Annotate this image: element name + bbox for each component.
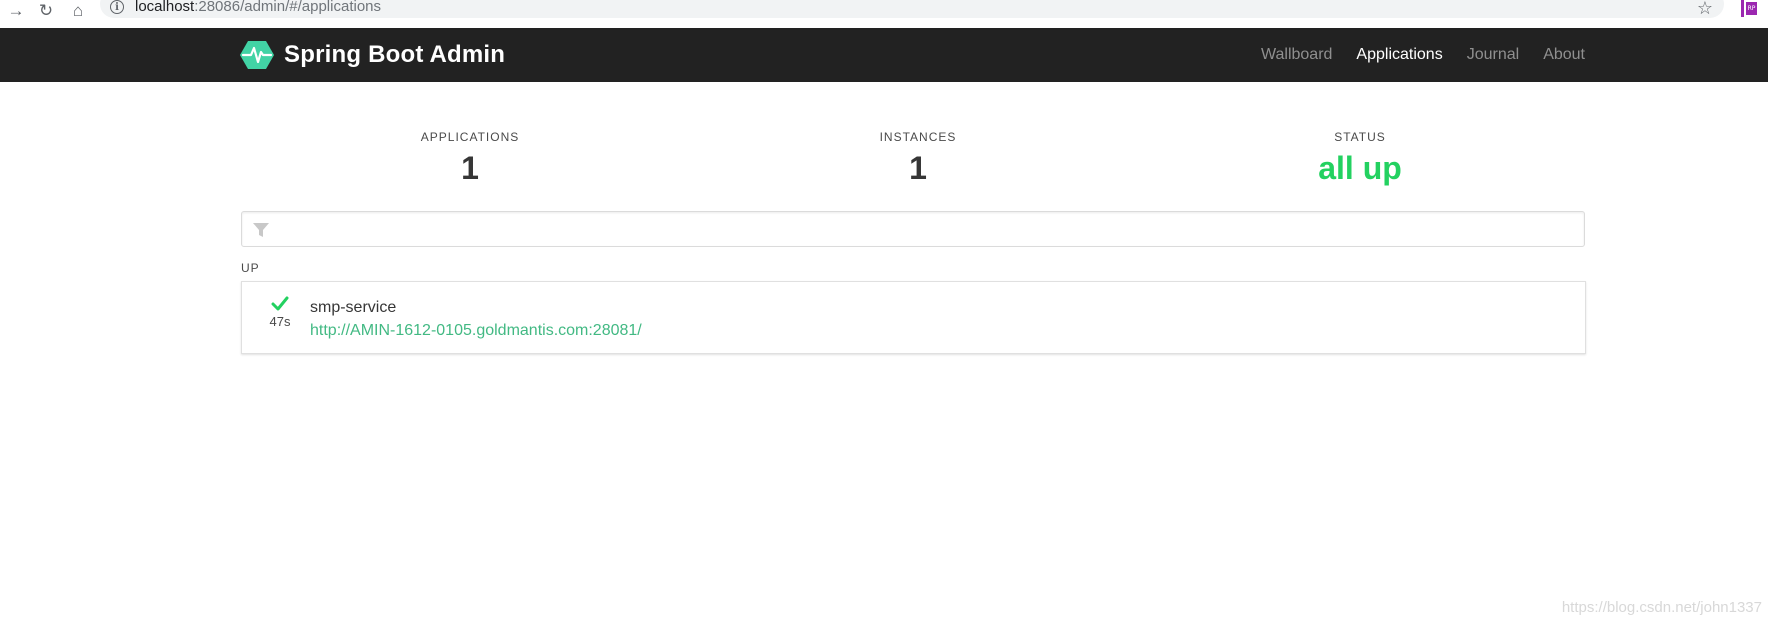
uptime-value: 47s — [269, 314, 291, 329]
instances-stat: INSTANCES 1 — [768, 128, 1068, 188]
brand-title: Spring Boot Admin — [284, 41, 506, 68]
filter-icon — [253, 223, 269, 237]
status-stat: STATUS all up — [1210, 128, 1510, 188]
filter-input[interactable] — [278, 212, 1578, 246]
url-path: :28086/admin/#/applications — [194, 0, 381, 15]
status-stat-label: STATUS — [1334, 130, 1386, 144]
forward-arrow-icon[interactable]: → — [4, 0, 28, 20]
application-name: smp-service — [310, 299, 397, 316]
check-icon — [271, 296, 289, 311]
instances-stat-label: INSTANCES — [879, 130, 957, 144]
watermark: https://blog.csdn.net/john1337 — [1561, 599, 1762, 616]
brand[interactable]: Spring Boot Admin — [240, 28, 505, 82]
application-row[interactable]: 47s smp-service http://AMIN-1612-0105.go… — [241, 281, 1586, 354]
nav-link-applications[interactable]: Applications — [1356, 46, 1442, 64]
site-info-icon[interactable]: i — [110, 0, 124, 14]
applications-count: 1 — [461, 150, 479, 186]
nav-links: Wallboard Applications Journal About — [1237, 28, 1585, 82]
applications-stat-label: APPLICATIONS — [420, 130, 520, 144]
url-host: localhost — [135, 0, 195, 15]
url-text[interactable]: localhost:28086/admin/#/applications — [135, 0, 381, 18]
home-icon[interactable]: ⌂ — [66, 0, 90, 20]
nav-link-wallboard[interactable]: Wallboard — [1261, 46, 1332, 64]
extension-icon[interactable]: RP — [1741, 0, 1757, 17]
instance-status: 47s — [260, 296, 300, 330]
extension-badge: RP — [1746, 2, 1757, 15]
status-group-label: UP — [241, 261, 260, 275]
bookmark-star-icon[interactable]: ☆ — [1694, 0, 1716, 18]
instances-count: 1 — [909, 150, 927, 186]
nav-link-about[interactable]: About — [1543, 46, 1585, 64]
applications-stat: APPLICATIONS 1 — [320, 128, 620, 188]
heartbeat-logo-icon — [240, 41, 274, 69]
top-navbar: Spring Boot Admin Wallboard Applications… — [0, 28, 1768, 82]
nav-link-journal[interactable]: Journal — [1467, 46, 1519, 64]
overall-status-value: all up — [1318, 150, 1402, 186]
reload-icon[interactable]: ↻ — [34, 0, 58, 20]
application-url-link[interactable]: http://AMIN-1612-0105.goldmantis.com:280… — [310, 321, 642, 341]
browser-toolbar: → ↻ ⌂ i localhost:28086/admin/#/applicat… — [0, 0, 1768, 28]
filter-field[interactable] — [241, 211, 1585, 247]
